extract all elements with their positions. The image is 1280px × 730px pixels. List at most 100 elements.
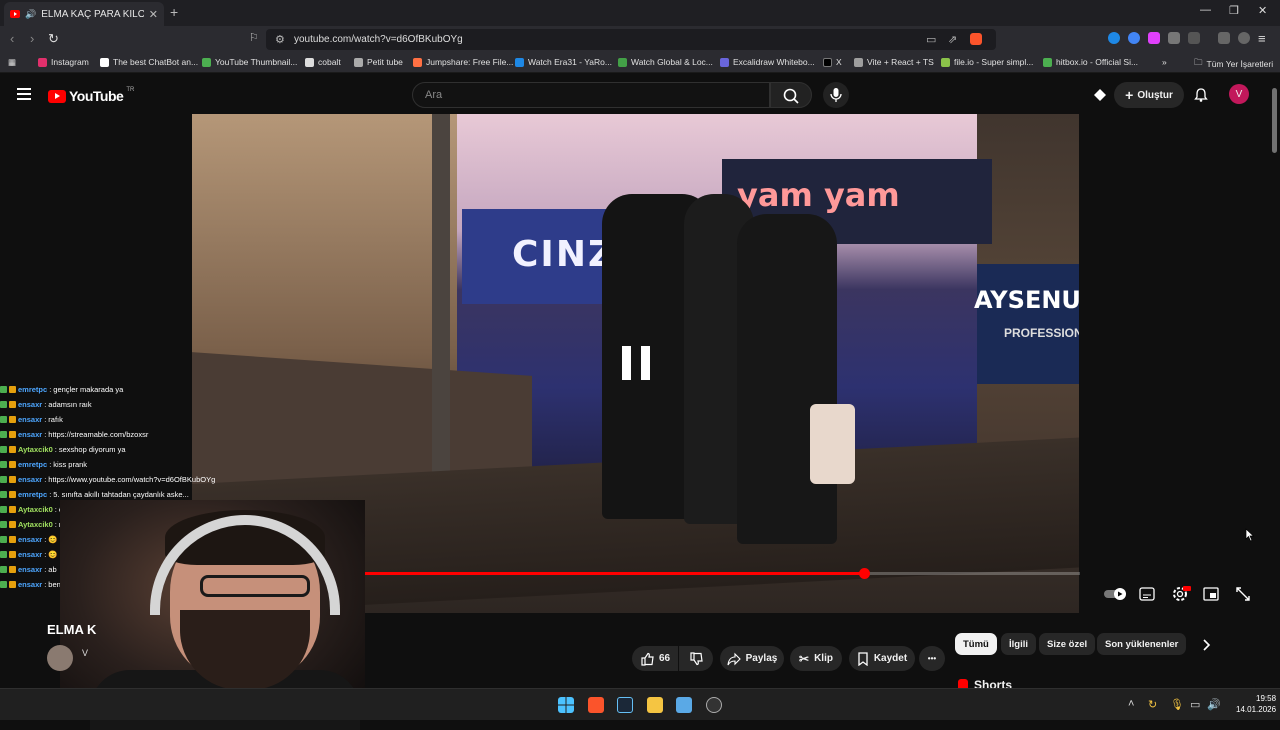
filter-chip[interactable]: Tümü — [955, 633, 997, 655]
search-button[interactable] — [770, 82, 812, 108]
brave-shields-icon[interactable] — [970, 33, 982, 45]
bookmark-item[interactable]: Instagram — [38, 57, 89, 67]
new-tab-button[interactable]: + — [170, 4, 178, 20]
create-button[interactable]: + Oluştur — [1114, 82, 1184, 108]
all-bookmarks-button[interactable]: 🗀 Tüm Yer İşaretleri — [1194, 57, 1273, 71]
chat-badge-icon — [9, 581, 16, 588]
filter-chip[interactable]: İlgili — [1001, 633, 1036, 655]
filter-chip[interactable]: Size özel — [1039, 633, 1096, 655]
minimize-icon[interactable]: — — [1200, 4, 1211, 16]
chat-separator: : — [49, 460, 52, 469]
bookmark-icon — [858, 651, 868, 666]
more-bookmarks-button[interactable]: » — [1162, 57, 1167, 67]
channel-name[interactable]: V — [82, 648, 88, 658]
more-actions-button[interactable]: ••• — [919, 646, 945, 671]
chat-message: ensaxr: adamsın raık — [0, 397, 260, 412]
scene-sign-text: yam yam — [737, 176, 900, 214]
bookmark-item[interactable]: Watch Global & Loc... — [618, 57, 713, 67]
sidebar-toggle-icon[interactable] — [1188, 32, 1200, 44]
channel-avatar[interactable] — [47, 645, 73, 671]
site-info-icon[interactable]: ⚙ — [275, 33, 285, 46]
extension-audio-icon[interactable] — [1108, 32, 1120, 44]
share-button[interactable]: Paylaş — [720, 646, 784, 671]
bookmark-item[interactable]: file.io - Super simpl... — [941, 57, 1033, 67]
restore-icon[interactable]: ❐ — [1229, 4, 1239, 17]
account-avatar[interactable]: V — [1229, 84, 1249, 104]
bookmark-item[interactable]: cobalt — [305, 57, 341, 67]
back-icon[interactable]: ‹ — [10, 31, 14, 46]
bookmark-item[interactable]: Jumpshare: Free File... — [413, 57, 513, 67]
save-button[interactable]: Kaydet — [849, 646, 915, 671]
bookmark-item[interactable]: YouTube Thumbnail... — [202, 57, 297, 67]
address-bar[interactable]: ⚙ youtube.com/watch?v=d6OfBKubOYg ▭ ⇗ — [266, 29, 996, 50]
chat-badge-icon — [9, 506, 16, 513]
apps-grid-icon[interactable]: ▦ — [8, 57, 16, 68]
notifications-bell-icon[interactable] — [1193, 87, 1209, 103]
chevron-right-icon[interactable] — [1200, 638, 1212, 652]
extension-blue-icon[interactable] — [1128, 32, 1140, 44]
youtube-logo[interactable]: YouTube TR — [48, 87, 134, 104]
chat-text: kiss prank — [53, 460, 88, 469]
chat-badge-icon — [9, 551, 16, 558]
video-progress-bar[interactable] — [280, 568, 1080, 579]
obs-icon[interactable] — [706, 697, 722, 713]
tray-overflow-icon[interactable]: ˄ — [1128, 698, 1134, 710]
bookmark-item[interactable]: Petit tube — [354, 57, 403, 67]
forward-icon[interactable]: › — [30, 31, 34, 46]
fullscreen-icon[interactable] — [1235, 586, 1251, 602]
media-icon[interactable] — [1218, 32, 1230, 44]
chat-separator: : — [44, 475, 47, 484]
share-page-icon[interactable]: ⇗ — [948, 33, 957, 46]
video-title: ELMA K — [47, 622, 97, 637]
file-explorer-icon[interactable] — [647, 697, 663, 713]
subtitles-icon[interactable] — [1139, 587, 1155, 601]
chat-badge-icon — [9, 416, 16, 423]
chat-badge-icon — [0, 581, 7, 588]
tray-app-icon[interactable]: ↻ — [1148, 698, 1157, 711]
close-window-icon[interactable]: ✕ — [1258, 4, 1267, 17]
menu-icon[interactable]: ≡ — [1258, 31, 1266, 46]
bookmark-page-icon[interactable]: ⚐ — [249, 31, 259, 44]
miniplayer-icon[interactable] — [1203, 587, 1219, 601]
filter-chip[interactable]: Son yüklenenler — [1097, 633, 1187, 655]
scrubber-handle[interactable] — [859, 568, 870, 579]
extension-shield-icon[interactable] — [1148, 32, 1160, 44]
chat-text: gençler makarada ya — [53, 385, 124, 394]
microphone-tray-icon[interactable]: 🎙 — [1170, 698, 1184, 711]
webcam-overlay — [60, 500, 365, 730]
chat-text: 😊 — [48, 535, 58, 544]
cast-icon[interactable]: ▭ — [926, 33, 936, 46]
bookmark-item[interactable]: Watch Era31 - YaRo... — [515, 57, 612, 67]
network-icon[interactable]: ▭ — [1190, 698, 1200, 711]
app-icon[interactable] — [676, 697, 692, 713]
like-button[interactable]: 66 — [632, 646, 678, 671]
bookmark-item[interactable]: The best ChatBot an... — [100, 57, 198, 67]
reload-icon[interactable]: ↻ — [48, 31, 59, 47]
dislike-button[interactable] — [679, 646, 713, 671]
settings-gear-icon[interactable] — [1171, 585, 1191, 603]
chat-badge-icon — [0, 521, 7, 528]
bookmark-item[interactable]: Excalidraw Whitebo... — [720, 57, 815, 67]
speaker-icon[interactable]: 🔊 — [25, 9, 36, 20]
guide-menu-icon[interactable] — [17, 88, 31, 100]
close-tab-icon[interactable]: ✕ — [149, 8, 158, 21]
bookmark-item[interactable]: Vite + React + TS — [854, 57, 934, 67]
taskbar-clock[interactable]: 19:58 14.01.2026 — [1236, 693, 1276, 715]
bookmark-item[interactable]: hitbox.io - Official Si... — [1043, 57, 1138, 67]
volume-icon[interactable]: 🔊 — [1207, 698, 1221, 711]
search-input[interactable]: Ara — [412, 82, 770, 108]
extensions-puzzle-icon[interactable] — [1168, 32, 1180, 44]
chat-separator: : — [44, 580, 47, 589]
steam-icon[interactable] — [617, 697, 633, 713]
voice-search-button[interactable] — [823, 82, 849, 108]
bookmark-item[interactable]: X — [823, 57, 842, 67]
thumbs-down-icon — [690, 651, 703, 665]
wallet-icon[interactable] — [1238, 32, 1250, 44]
autoplay-toggle-icon[interactable] — [1103, 587, 1127, 601]
browser-tab-active[interactable]: 🔊 ELMA KAÇ PARA KİLOSU - Yo ✕ — [4, 2, 164, 26]
brave-browser-icon[interactable] — [588, 697, 604, 713]
clip-button[interactable]: ✂ Klip — [790, 646, 842, 671]
page-scrollbar[interactable] — [1272, 88, 1277, 153]
premium-icon[interactable] — [1092, 87, 1108, 103]
windows-start-icon[interactable] — [558, 697, 574, 713]
